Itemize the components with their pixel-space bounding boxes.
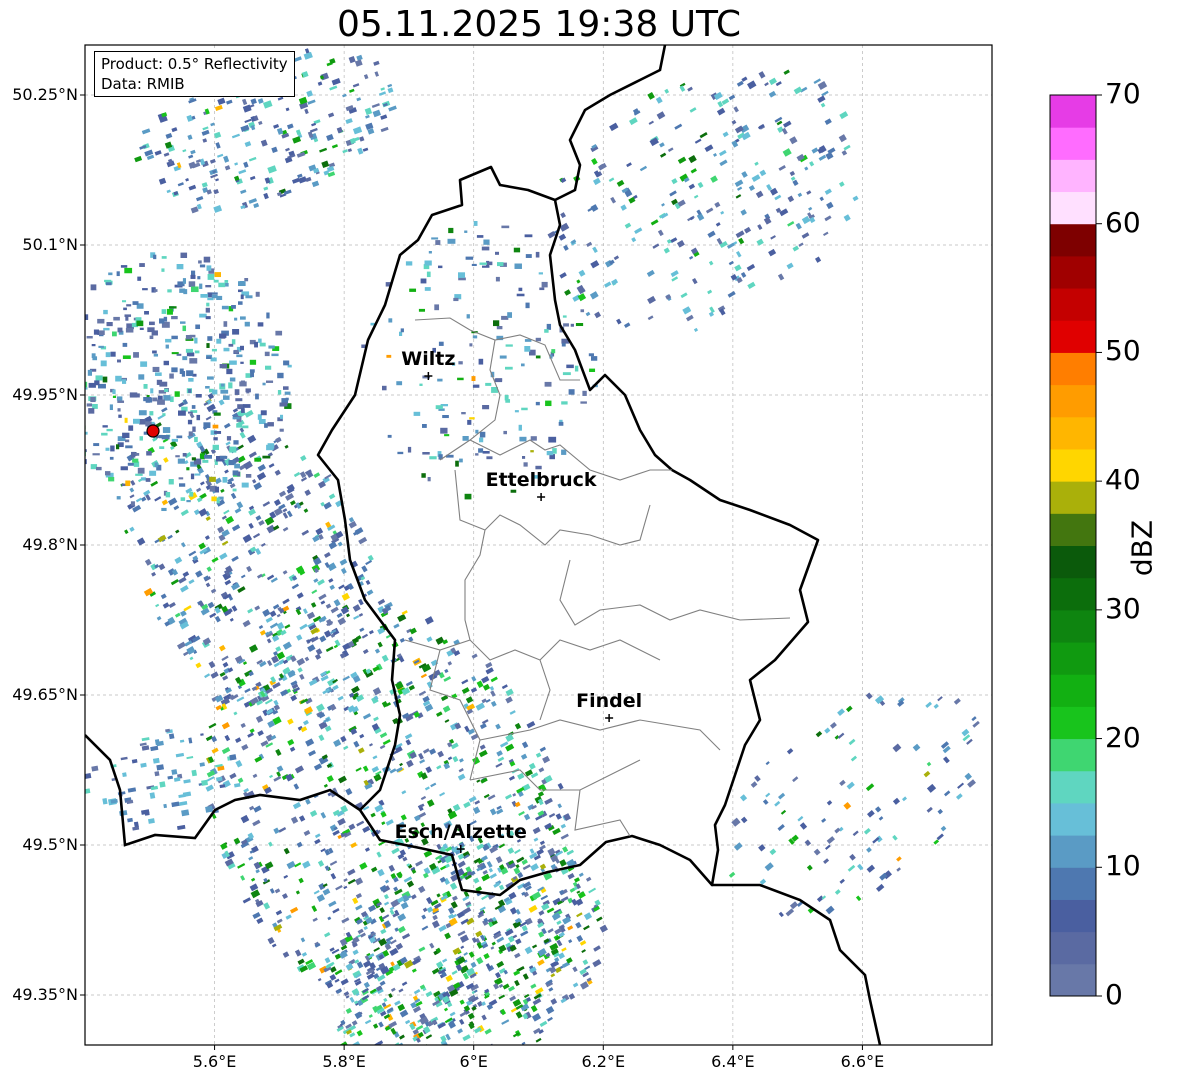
- colorbar-segment: [1050, 931, 1096, 965]
- lat-tick-label: 50.25°N: [12, 85, 78, 104]
- colorbar-segment: [1050, 706, 1096, 740]
- lon-tick-label: 6.4°E: [711, 1052, 755, 1071]
- colorbar-tick-label: 0: [1105, 978, 1123, 1011]
- colorbar-segment: [1050, 835, 1096, 868]
- lat-tick-label: 49.5°N: [22, 835, 78, 854]
- colorbar: [1049, 94, 1102, 997]
- colorbar-unit-label: dBZ: [1125, 519, 1159, 577]
- colorbar-segment: [1050, 191, 1096, 225]
- lat-tick-label: 49.95°N: [12, 385, 78, 404]
- colorbar-segment: [1050, 963, 1096, 997]
- colorbar-tick-label: 70: [1105, 77, 1141, 110]
- colorbar-segment: [1050, 159, 1096, 193]
- colorbar-segment: [1050, 545, 1096, 579]
- lat-tick-label: 50.1°N: [22, 235, 78, 254]
- colorbar-tick-label: 20: [1105, 720, 1141, 754]
- colorbar-segment: [1050, 481, 1096, 514]
- lon-tick-label: 6.2°E: [581, 1052, 626, 1071]
- colorbar-segment: [1050, 577, 1096, 611]
- lat-tick-label: 49.8°N: [22, 535, 78, 554]
- colorbar-segment: [1050, 770, 1096, 804]
- colorbar-segment: [1050, 352, 1096, 386]
- colorbar-tick-label: 30: [1105, 591, 1141, 625]
- colorbar-tick-label: 40: [1105, 463, 1141, 497]
- product-info-box: Product: 0.5° Reflectivity Data: RMIB: [94, 51, 295, 97]
- colorbar-segment: [1050, 867, 1096, 900]
- colorbar-tick-label: 50: [1105, 334, 1141, 368]
- colorbar-segment: [1050, 513, 1096, 546]
- city-label: Ettelbruck: [485, 469, 597, 491]
- lat-tick-label: 49.35°N: [12, 985, 78, 1004]
- colorbar-tick-label: 60: [1105, 205, 1141, 239]
- product-label: Product: 0.5° Reflectivity: [101, 55, 288, 73]
- colorbar-segment: [1050, 95, 1096, 128]
- colorbar-segment: [1050, 609, 1096, 643]
- lat-tick-label: 49.65°N: [12, 685, 78, 704]
- colorbar-segment: [1050, 384, 1096, 418]
- colorbar-segment: [1050, 288, 1096, 321]
- colorbar-tick-label: 10: [1105, 849, 1141, 883]
- lon-tick-label: 6.6°E: [840, 1052, 885, 1071]
- colorbar-segment: [1050, 223, 1096, 257]
- lon-tick-label: 5.8°E: [322, 1052, 366, 1071]
- colorbar-segment: [1050, 674, 1096, 707]
- colorbar-segment: [1050, 416, 1096, 450]
- data-source-label: Data: RMIB: [101, 75, 185, 93]
- colorbar-segment: [1050, 448, 1096, 482]
- colorbar-segment: [1050, 127, 1096, 160]
- colorbar-segment: [1050, 642, 1096, 675]
- city-label: Findel: [576, 690, 643, 712]
- lon-tick-label: 6°E: [459, 1052, 488, 1071]
- colorbar-segment: [1050, 899, 1096, 933]
- colorbar-segment: [1050, 802, 1096, 836]
- colorbar-segment: [1050, 738, 1096, 772]
- colorbar-segment: [1050, 320, 1096, 353]
- city-label: Wiltz: [401, 348, 456, 370]
- city-label: Esch/Alzette: [394, 821, 527, 843]
- colorbar-segment: [1050, 255, 1096, 289]
- lon-tick-label: 5.6°E: [192, 1052, 237, 1071]
